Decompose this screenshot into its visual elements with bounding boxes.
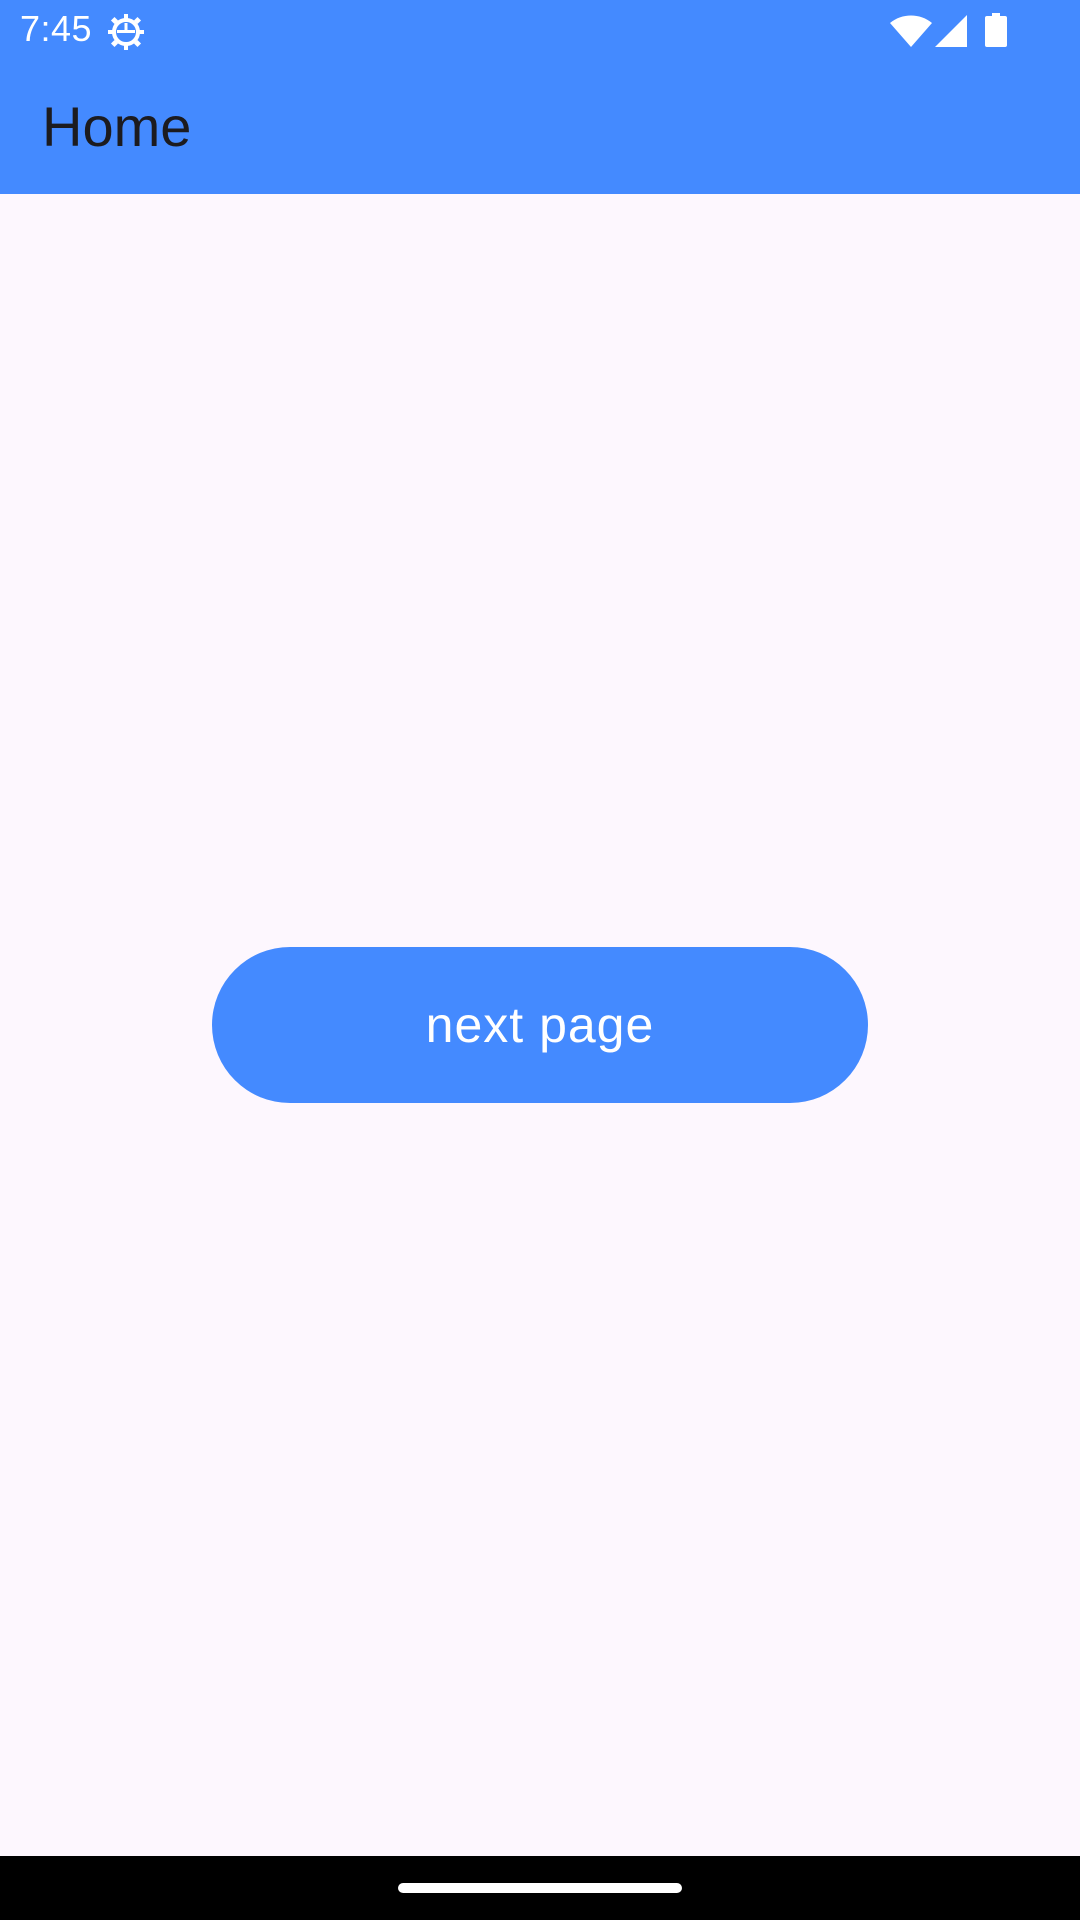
app-bar: 7:45 Home xyxy=(0,0,1080,194)
status-time: 7:45 xyxy=(20,8,93,49)
wifi-icon xyxy=(890,15,932,47)
status-bar: 7:45 xyxy=(0,0,1080,63)
home-indicator[interactable] xyxy=(398,1883,682,1893)
gear-icon xyxy=(108,14,144,50)
next-page-button[interactable]: next page xyxy=(212,947,868,1103)
battery-icon xyxy=(985,13,1007,47)
page-title: Home xyxy=(42,95,192,158)
signal-icon xyxy=(935,15,967,47)
